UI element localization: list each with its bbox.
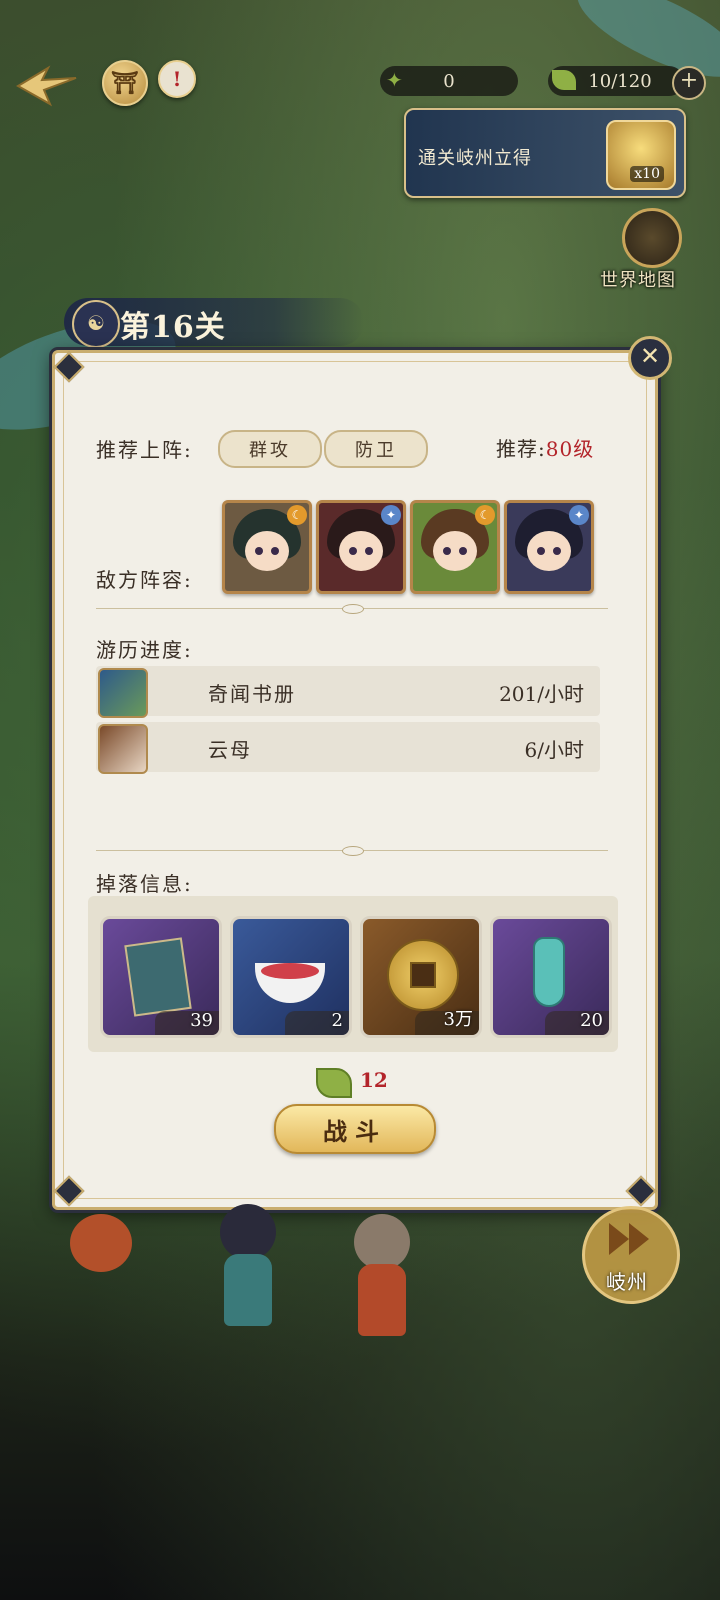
- crane-icon: ✦: [386, 68, 403, 92]
- hero-face: [433, 531, 477, 571]
- panel-border: [63, 361, 647, 1199]
- back-arrow-icon: [16, 65, 77, 107]
- alert-label: !: [172, 67, 182, 91]
- enemy-lineup-label: 敌方阵容:: [96, 568, 193, 592]
- recommend-label: 推荐上阵:: [96, 438, 193, 462]
- stamina-bar: 10/120: [548, 66, 684, 96]
- add-stamina-button[interactable]: +: [672, 66, 706, 100]
- reward-item-icon: x10: [606, 120, 676, 190]
- recommend-level-prefix: 推荐:: [496, 437, 546, 461]
- progress-row: 云母 6/小时: [96, 722, 600, 774]
- enemy-hero-portrait[interactable]: ☾: [222, 500, 312, 594]
- book-icon: [124, 937, 192, 1017]
- hero-eye: [365, 547, 373, 555]
- recommend-tag: 群攻: [218, 430, 322, 468]
- recommend-level: 推荐:80级: [496, 433, 594, 462]
- world-map-icon[interactable]: [622, 208, 682, 268]
- character-head: [220, 1204, 276, 1260]
- character-head: [354, 1214, 410, 1270]
- hero-eye: [459, 547, 467, 555]
- resource-value: 0: [443, 70, 455, 92]
- stamina-leaf-icon: [316, 1068, 352, 1098]
- hero-eye: [537, 547, 545, 555]
- info-alert-icon[interactable]: !: [158, 60, 196, 98]
- fight-label: 战斗: [323, 1116, 387, 1146]
- recommend-tag-text: 防卫: [355, 440, 397, 461]
- recommend-tag-text: 群攻: [249, 440, 291, 461]
- hero-eye: [553, 547, 561, 555]
- hero-face: [527, 531, 571, 571]
- reward-count: x10: [630, 166, 664, 182]
- divider-ornament: [342, 604, 364, 614]
- next-area-label: 岐州: [606, 1270, 648, 1294]
- stamina-cost: 12: [360, 1068, 388, 1092]
- hero-eye: [255, 547, 263, 555]
- star-badge-icon: ✦: [381, 505, 401, 525]
- progress-label: 游历进度:: [96, 638, 193, 662]
- reward-banner[interactable]: 通关岐州立得 x10: [404, 108, 686, 198]
- close-button[interactable]: ✕: [628, 336, 672, 380]
- hero-face: [245, 531, 289, 571]
- character-body: [358, 1264, 406, 1336]
- reward-text: 通关岐州立得: [418, 148, 532, 169]
- hero-face: [339, 531, 383, 571]
- hero-eye: [349, 547, 357, 555]
- hero-eye: [271, 547, 279, 555]
- world-map-label[interactable]: 世界地图: [600, 266, 676, 292]
- gate-icon[interactable]: ⛩: [102, 60, 148, 106]
- star-badge-icon: ✦: [569, 505, 589, 525]
- moon-badge-icon: ☾: [287, 505, 307, 525]
- drop-count: 20: [580, 1010, 603, 1031]
- progress-row: 奇闻书册 201/小时: [96, 666, 600, 718]
- stamina-value: 10/120: [588, 70, 652, 92]
- book-icon: [98, 668, 148, 718]
- progress-item-rate: 6/小时: [524, 738, 584, 762]
- pet-icon: [70, 1214, 132, 1272]
- vase-icon: [533, 937, 565, 1007]
- character-body: [224, 1254, 272, 1326]
- drop-item[interactable]: 39: [100, 916, 222, 1038]
- level-detail-panel: [52, 350, 658, 1210]
- enemy-hero-portrait[interactable]: ✦: [316, 500, 406, 594]
- drop-count: 39: [190, 1010, 213, 1031]
- leaf-icon: [552, 70, 576, 90]
- progress-item-rate: 201/小时: [499, 682, 584, 706]
- powder-shape: [261, 963, 319, 979]
- recommend-tag: 防卫: [324, 430, 428, 468]
- mica-icon: [98, 724, 148, 774]
- enemy-hero-portrait[interactable]: ☾: [410, 500, 500, 594]
- drop-count: 2: [331, 1010, 343, 1031]
- enemy-hero-portrait[interactable]: ✦: [504, 500, 594, 594]
- fast-forward-icon: [609, 1223, 649, 1255]
- companion-character: [340, 1214, 420, 1344]
- moon-badge-icon: ☾: [475, 505, 495, 525]
- back-button[interactable]: [14, 60, 80, 110]
- drop-item[interactable]: 2: [230, 916, 352, 1038]
- drops-label: 掉落信息:: [96, 872, 193, 896]
- drop-item[interactable]: 3万: [360, 916, 482, 1038]
- fight-button[interactable]: 战斗: [274, 1104, 436, 1154]
- recommend-level-value: 80级: [545, 437, 595, 461]
- progress-item-name: 奇闻书册: [208, 682, 296, 706]
- level-title: 第16关: [120, 310, 226, 345]
- level-emblem-icon: ☯: [72, 300, 120, 348]
- divider-ornament: [342, 846, 364, 856]
- drop-count: 3万: [443, 1009, 473, 1030]
- hero-eye: [443, 547, 451, 555]
- resource-bar: ✦ 0: [380, 66, 518, 96]
- close-icon: ✕: [639, 342, 661, 370]
- progress-item-name: 云母: [208, 738, 252, 762]
- coin-hole: [410, 962, 436, 988]
- player-character: [206, 1204, 286, 1334]
- drop-item[interactable]: 20: [490, 916, 612, 1038]
